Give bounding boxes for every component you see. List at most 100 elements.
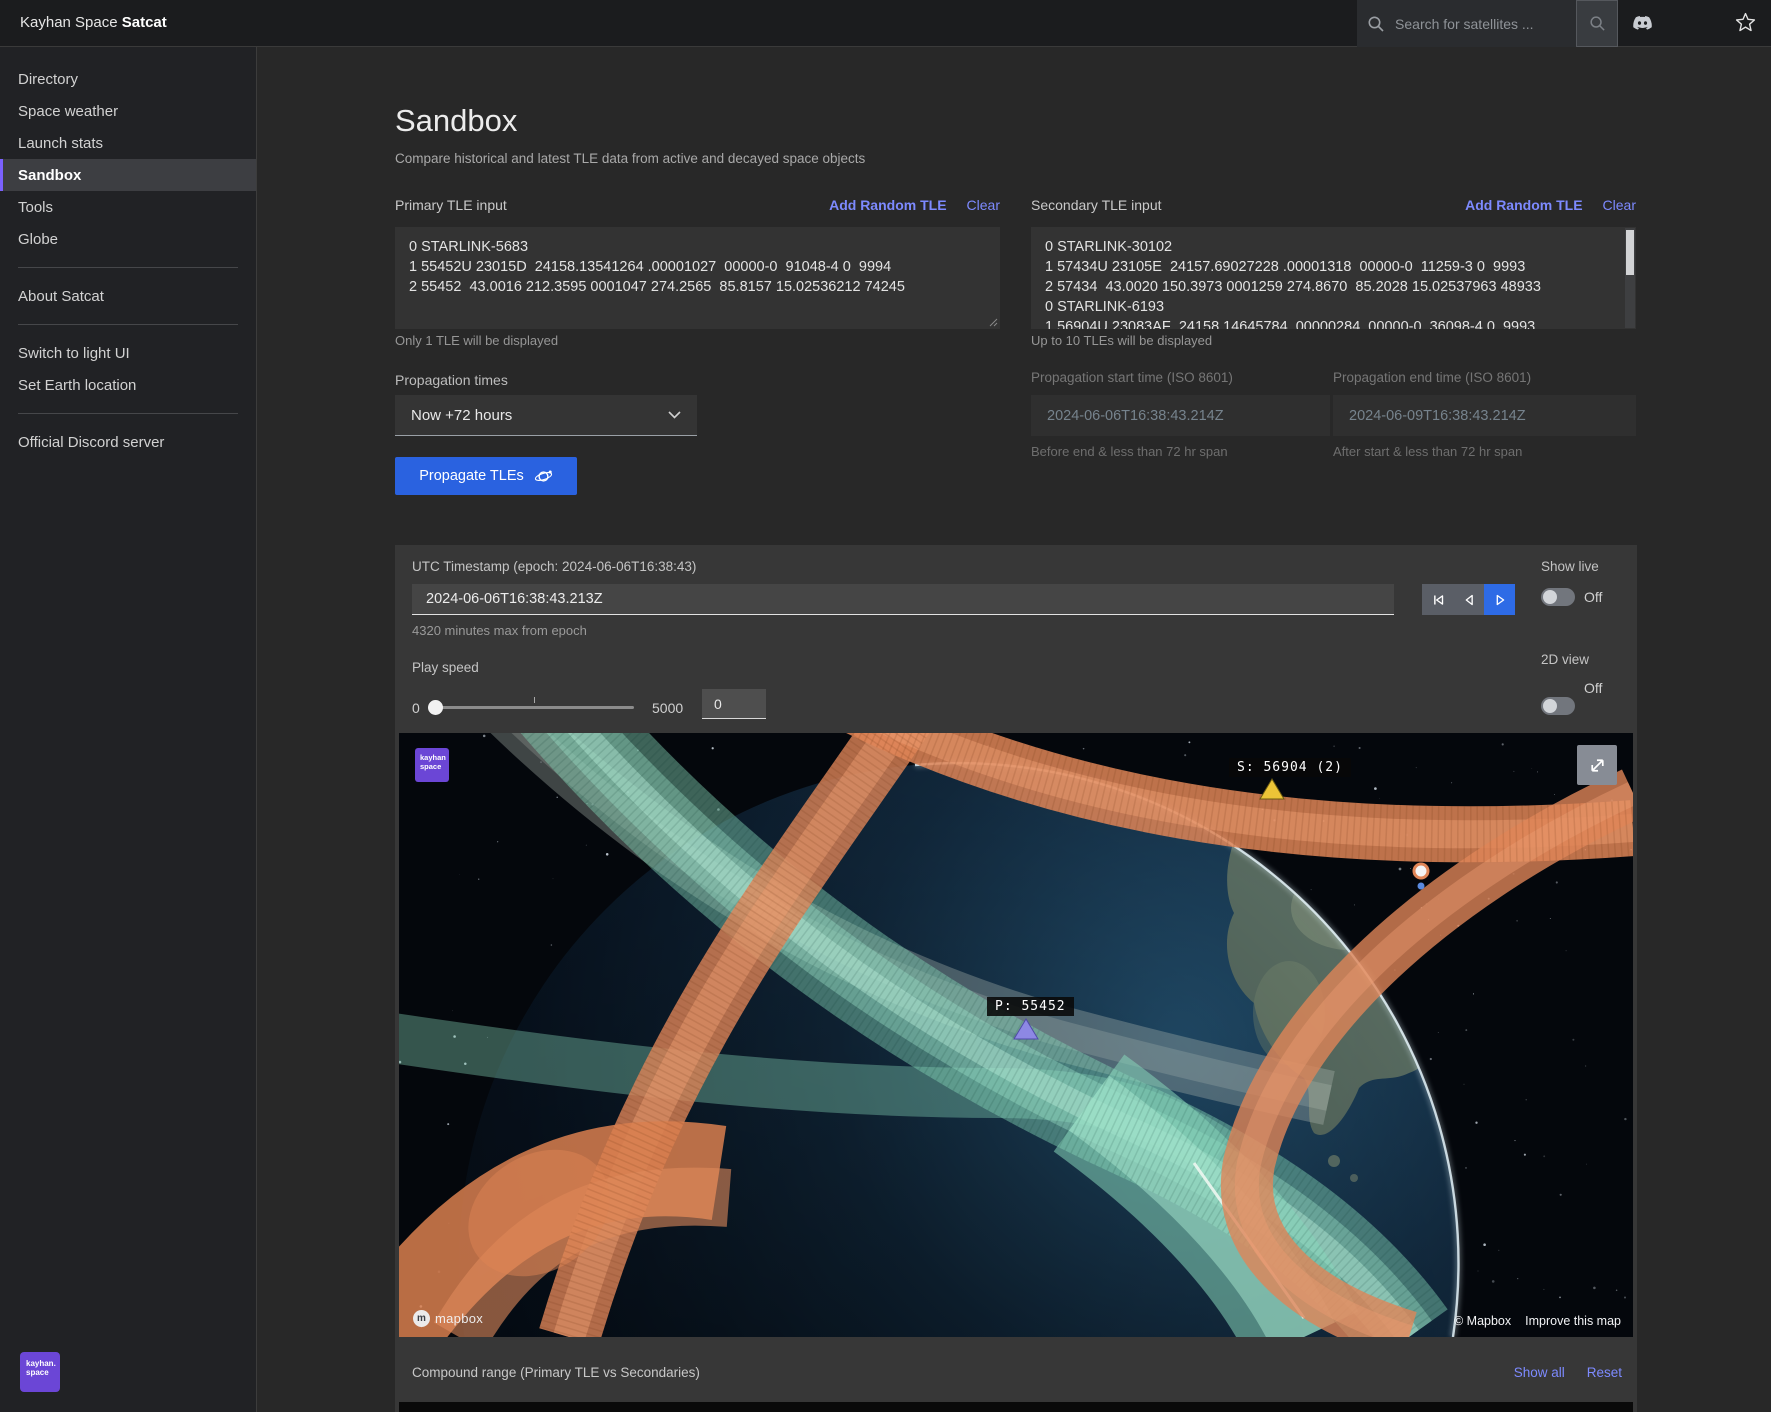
- kayhan-space-map-logo: kayhan space: [415, 748, 449, 782]
- textarea-scrollbar[interactable]: [1625, 228, 1635, 328]
- favorites-star-icon[interactable]: [1735, 12, 1756, 33]
- page-title: Sandbox: [395, 103, 517, 139]
- search-input[interactable]: [1395, 0, 1576, 47]
- sidebar-divider: [18, 267, 238, 268]
- propagation-times-label: Propagation times: [395, 372, 508, 388]
- compound-range-label: Compound range (Primary TLE vs Secondari…: [412, 1365, 700, 1380]
- sidebar-item-label: Switch to light UI: [18, 345, 130, 362]
- sidebar-item-label: Official Discord server: [18, 434, 164, 451]
- primary-tle-label: Primary TLE input: [395, 197, 507, 213]
- improve-map-link[interactable]: Improve this map: [1525, 1314, 1621, 1328]
- toggle-knob: [1543, 590, 1557, 604]
- logo-text: space: [26, 1368, 60, 1377]
- top-bar: Kayhan Space Satcat: [0, 0, 1771, 47]
- mapbox-logo[interactable]: m mapbox: [413, 1310, 483, 1327]
- sidebar-item-label: Set Earth location: [18, 377, 136, 394]
- globe-rendering: [399, 733, 1633, 1337]
- search-submit-button[interactable]: [1576, 0, 1618, 47]
- textarea-resize-handle[interactable]: [988, 317, 998, 327]
- globe-map-canvas[interactable]: S: 56904 (2) P: 55452 kayhan space m map…: [399, 733, 1633, 1337]
- sidebar-item-label: Sandbox: [18, 167, 81, 184]
- sidebar-item-label: Globe: [18, 231, 58, 248]
- primary-add-random-tle-link[interactable]: Add Random TLE: [829, 197, 946, 213]
- show-all-link[interactable]: Show all: [1514, 1365, 1565, 1380]
- slider-tick: [534, 697, 535, 703]
- primary-tle-helper: Only 1 TLE will be displayed: [395, 333, 558, 348]
- brand-title[interactable]: Kayhan Space Satcat: [20, 14, 167, 31]
- 2d-view-toggle[interactable]: [1541, 697, 1575, 715]
- discord-icon[interactable]: [1632, 13, 1653, 33]
- utc-timestamp-input[interactable]: [412, 584, 1394, 615]
- sidebar-item-launch-stats[interactable]: Launch stats: [0, 127, 256, 159]
- sidebar-item-label: Tools: [18, 199, 53, 216]
- speed-max-label: 5000: [652, 700, 683, 716]
- fullscreen-expand-button[interactable]: [1577, 745, 1617, 785]
- secondary-satellite-marker[interactable]: [1260, 779, 1284, 799]
- sidebar-item-space-weather[interactable]: Space weather: [0, 95, 256, 127]
- sidebar-item-label: Launch stats: [18, 135, 103, 152]
- expand-icon: [1588, 756, 1607, 775]
- sidebar-item-switch-light-ui[interactable]: Switch to light UI: [0, 337, 256, 369]
- propagation-start-helper: Before end & less than 72 hr span: [1031, 444, 1228, 459]
- sidebar-item-label: Space weather: [18, 103, 118, 120]
- 2d-view-label: 2D view: [1541, 652, 1589, 667]
- sidebar-item-tools[interactable]: Tools: [0, 191, 256, 223]
- play-speed-input[interactable]: [702, 689, 766, 719]
- mapbox-copyright-link[interactable]: © Mapbox: [1454, 1314, 1511, 1328]
- primary-clear-link[interactable]: Clear: [967, 197, 1000, 213]
- scrollbar-thumb[interactable]: [1626, 230, 1634, 275]
- sidebar-item-label: Directory: [18, 71, 78, 88]
- sidebar-item-sandbox[interactable]: Sandbox: [0, 159, 256, 191]
- reset-link[interactable]: Reset: [1587, 1365, 1622, 1380]
- orbit-globe-icon: [534, 467, 553, 486]
- propagation-start-label: Propagation start time (ISO 8601): [1031, 370, 1233, 385]
- play-speed-label: Play speed: [412, 660, 479, 675]
- play-button[interactable]: [1484, 584, 1515, 615]
- compound-range-header: Compound range (Primary TLE vs Secondari…: [412, 1365, 1622, 1380]
- secondary-clear-link[interactable]: Clear: [1603, 197, 1636, 213]
- secondary-tle-textarea[interactable]: 0 STARLINK-30102 1 57434U 23105E 24157.6…: [1031, 227, 1636, 329]
- propagation-end-label: Propagation end time (ISO 8601): [1333, 370, 1531, 385]
- sidebar-item-label: About Satcat: [18, 288, 104, 305]
- toggle-knob: [1543, 699, 1557, 713]
- sidebar-item-about-satcat[interactable]: About Satcat: [0, 280, 256, 312]
- logo-text: space: [420, 763, 449, 772]
- propagation-end-input[interactable]: [1333, 395, 1636, 436]
- skip-start-icon: [1429, 591, 1447, 609]
- skip-to-start-button[interactable]: [1422, 584, 1453, 615]
- sidebar-item-set-earth-location[interactable]: Set Earth location: [0, 369, 256, 401]
- propagation-start-input[interactable]: [1031, 395, 1330, 436]
- play-speed-slider-thumb[interactable]: [428, 700, 443, 715]
- sidebar-item-globe[interactable]: Globe: [0, 223, 256, 255]
- sidebar-divider: [18, 413, 238, 414]
- primary-marker-label: P: 55452: [987, 997, 1074, 1016]
- play-speed-slider-track[interactable]: [432, 706, 634, 709]
- step-back-button[interactable]: [1453, 584, 1484, 615]
- propagation-times-value: Now +72 hours: [411, 407, 512, 424]
- playback-controls: [1422, 584, 1515, 615]
- map-attribution: © Mapbox Improve this map: [1454, 1314, 1621, 1328]
- propagate-tles-label: Propagate TLEs: [419, 468, 524, 484]
- compound-range-chart-strip: [399, 1402, 1633, 1412]
- propagate-tles-button[interactable]: Propagate TLEs: [395, 457, 577, 495]
- primary-tle-header: Primary TLE input Add Random TLE Clear: [395, 197, 1000, 213]
- kayhan-space-logo[interactable]: kayhan. space: [20, 1352, 60, 1392]
- sidebar-item-directory[interactable]: Directory: [0, 63, 256, 95]
- mapbox-icon: m: [413, 1310, 430, 1327]
- logo-text: kayhan.: [26, 1359, 60, 1368]
- step-back-icon: [1460, 591, 1478, 609]
- brand-bold: Satcat: [122, 14, 167, 31]
- brand-prefix: Kayhan Space: [20, 14, 122, 31]
- sidebar-divider: [18, 324, 238, 325]
- secondary-add-random-tle-link[interactable]: Add Random TLE: [1465, 197, 1582, 213]
- search-bar: [1357, 0, 1618, 47]
- 2d-view-state: Off: [1584, 680, 1602, 696]
- secondary-tle-label: Secondary TLE input: [1031, 197, 1162, 213]
- utc-helper: 4320 minutes max from epoch: [412, 623, 587, 638]
- ground-point-marker[interactable]: [1414, 864, 1428, 878]
- show-live-toggle[interactable]: [1541, 588, 1575, 606]
- speed-min-label: 0: [412, 700, 420, 716]
- primary-tle-textarea[interactable]: 0 STARLINK-5683 1 55452U 23015D 24158.13…: [395, 227, 1000, 329]
- sidebar-item-official-discord[interactable]: Official Discord server: [0, 426, 256, 458]
- propagation-times-select[interactable]: Now +72 hours: [395, 395, 697, 436]
